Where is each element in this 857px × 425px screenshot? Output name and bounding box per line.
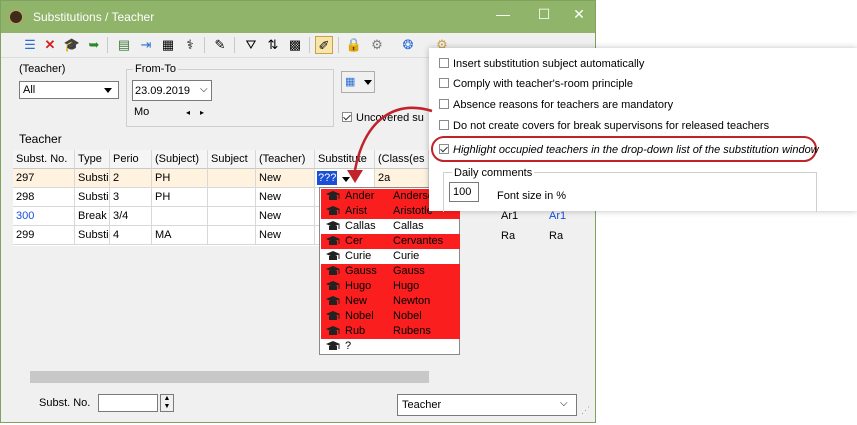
annotation-arrow: [347, 106, 433, 183]
